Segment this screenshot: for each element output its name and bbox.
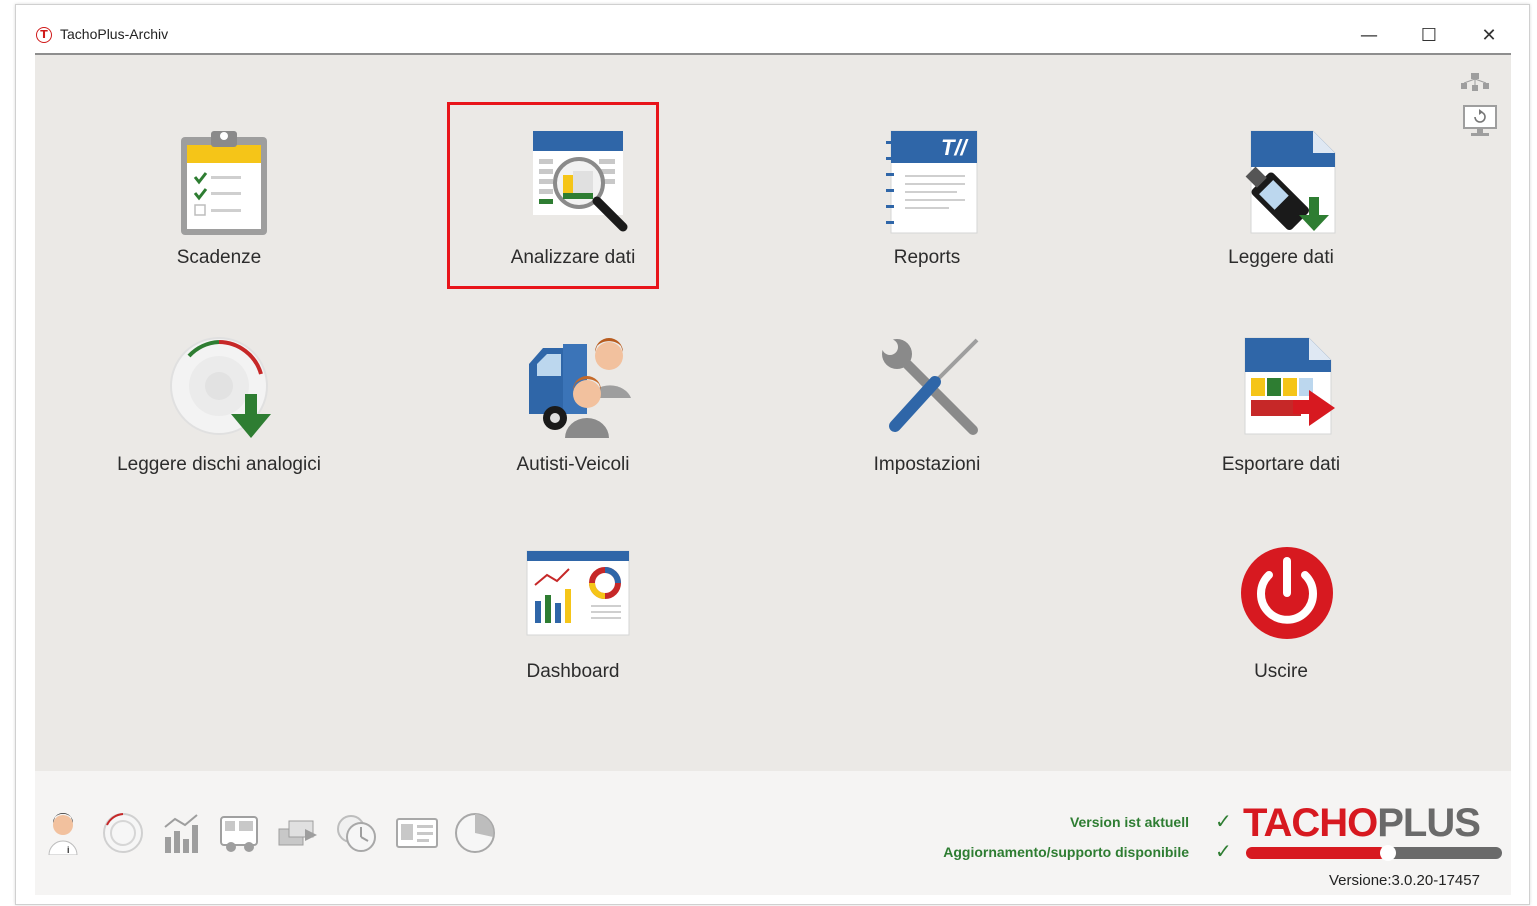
svg-text:T//: T//	[941, 135, 970, 160]
vehicle-icon[interactable]	[217, 811, 261, 855]
window-title: TachoPlus-Archiv	[60, 26, 169, 42]
network-icon[interactable]	[1459, 73, 1491, 93]
tile-label: Autisti-Veicoli	[516, 454, 630, 475]
main-menu-area: Scadenze Analizzare dati T// Reports Leg…	[35, 55, 1511, 771]
support-status-text: Aggiornamento/supporto disponibile	[943, 844, 1189, 860]
selection-highlight	[447, 102, 659, 289]
check-icon: ✓	[1215, 809, 1232, 833]
tile-esportare-dati[interactable]: Esportare dati	[1131, 334, 1431, 514]
tile-scadenze[interactable]: Scadenze	[69, 127, 369, 307]
tile-label: Esportare dati	[1221, 454, 1341, 475]
tile-leggere-dati[interactable]: Leggere dati	[1131, 127, 1431, 307]
power-icon	[1241, 547, 1333, 639]
check-icon: ✓	[1215, 839, 1232, 863]
logo-bar	[1246, 845, 1502, 861]
analog-disc-download-icon	[170, 337, 271, 438]
version-label: Versione:3.0.20-17457	[1329, 872, 1480, 889]
dashboard-charts-icon	[526, 550, 630, 636]
clock-icon[interactable]	[335, 811, 379, 855]
truck-drivers-icon	[529, 338, 631, 438]
pie-chart-icon[interactable]	[453, 811, 497, 855]
file-export-icon	[1244, 337, 1335, 435]
card-reader-download-icon	[1245, 130, 1336, 234]
tile-label: Dashboard	[526, 661, 620, 682]
svg-text:i: i	[67, 845, 70, 855]
tile-label: Uscire	[1254, 661, 1308, 682]
logo-part-red: TACHO	[1243, 801, 1378, 845]
tile-impostazioni[interactable]: Impostazioni	[777, 334, 1077, 514]
report-notebook-icon: T//	[886, 130, 978, 234]
title-bar: T TachoPlus-Archiv — ☐ ✕	[16, 5, 1529, 55]
clipboard-checklist-icon	[181, 131, 267, 235]
driver-icon[interactable]: i	[43, 811, 87, 855]
tile-leggere-dischi-analogici[interactable]: Leggere dischi analogici	[69, 334, 369, 514]
tile-label: Leggere dischi analogici	[117, 454, 321, 475]
exchange-icon[interactable]	[275, 811, 319, 855]
tile-uscire[interactable]: Uscire	[1131, 541, 1431, 721]
logo-part-gray: PLUS	[1377, 801, 1481, 845]
version-status-text: Version ist aktuell	[1069, 814, 1189, 830]
tile-label: Impostazioni	[873, 454, 981, 475]
id-card-icon[interactable]	[395, 811, 439, 855]
minimize-button[interactable]: —	[1346, 19, 1392, 51]
status-footer: i Version ist aktuell ✓ Aggiornamento/su…	[35, 771, 1511, 895]
tile-autisti-veicoli[interactable]: Autisti-Veicoli	[423, 334, 723, 514]
tachoplus-logo: TACHOPLUS	[1243, 801, 1481, 846]
tile-label: Scadenze	[176, 247, 262, 268]
wrench-screwdriver-icon	[882, 338, 979, 435]
maximize-button[interactable]: ☐	[1406, 19, 1452, 51]
tile-label: Reports	[893, 247, 961, 268]
monitor-refresh-icon[interactable]	[1463, 105, 1497, 137]
tile-dashboard[interactable]: Dashboard	[423, 541, 723, 721]
tile-reports[interactable]: T// Reports	[777, 127, 1077, 307]
close-button[interactable]: ✕	[1466, 19, 1512, 51]
statistics-icon[interactable]	[159, 811, 203, 855]
tile-label: Leggere dati	[1228, 247, 1334, 268]
app-window: T TachoPlus-Archiv — ☐ ✕ Scadenze Analiz…	[15, 4, 1530, 905]
app-logo-icon: T	[36, 27, 52, 43]
disc-icon[interactable]	[101, 811, 145, 855]
